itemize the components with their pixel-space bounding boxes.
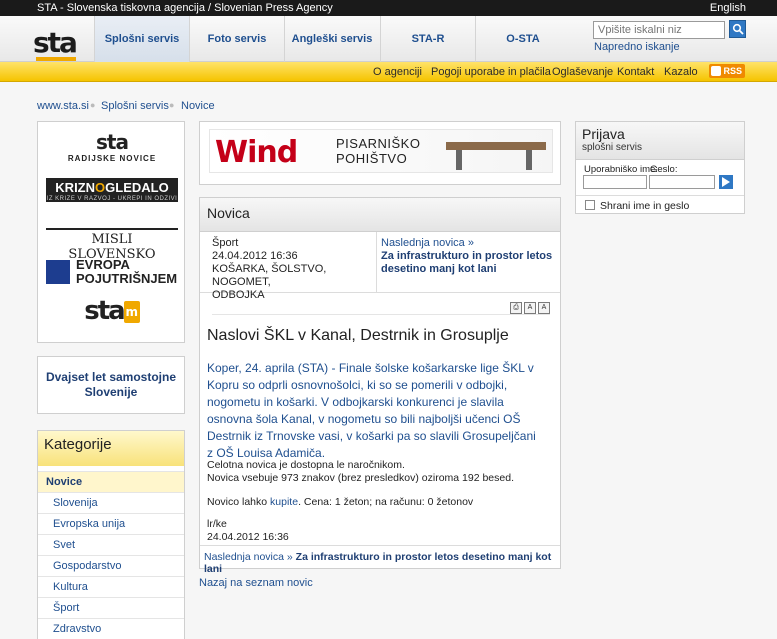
- password-field[interactable]: [649, 175, 715, 189]
- site-title: STA - Slovenska tiskovna agencija / Slov…: [37, 2, 333, 14]
- article-lead: Koper, 24. aprila (STA) - Finale šolske …: [207, 361, 536, 460]
- login-title: Prijava: [582, 126, 625, 142]
- rss-icon: [711, 66, 721, 76]
- categories-title: Kategorije: [38, 431, 184, 466]
- category-sport[interactable]: Šport: [38, 597, 184, 618]
- partner-logos: sta RADIJSKE NOVICE KRIZNOGLEDALO IZ KRI…: [37, 121, 185, 343]
- advanced-search-link[interactable]: Napredno iskanje: [594, 41, 680, 53]
- tab-sta-r[interactable]: STA-R: [380, 16, 475, 62]
- remember-label: Shrani ime in geslo: [600, 200, 690, 212]
- dvajset-let-banner[interactable]: Dvajset let samostojne Slovenije: [37, 356, 185, 414]
- article-panel: Novica Šport 24.04.2012 16:36 KOŠARKA, Š…: [199, 197, 561, 575]
- password-label: Geslo:: [650, 164, 678, 175]
- tab-o-sta[interactable]: O-STA: [475, 16, 570, 62]
- next-article-title[interactable]: Za infrastrukturo in prostor letos deset…: [381, 250, 556, 276]
- link-pogoji-uporabe[interactable]: Pogoji uporabe in plačila: [431, 66, 551, 78]
- desk-image: [446, 142, 546, 150]
- login-subtitle: splošni servis: [582, 142, 643, 153]
- link-kontakt[interactable]: Kontakt: [617, 66, 654, 78]
- mobile-icon: m: [123, 300, 140, 323]
- login-button[interactable]: [719, 175, 733, 189]
- header: sta Splošni servis Foto servis Angleški …: [0, 16, 777, 62]
- evropa-pojutrisnjem-logo[interactable]: EVROPA POJUTRIŠNJEM: [46, 258, 178, 288]
- rss-button[interactable]: RSS: [709, 64, 745, 78]
- article-title: Naslovi ŠKL v Kanal, Destrnik in Grosupl…: [207, 327, 509, 344]
- article-access-info: Celotna novica je dostopna le naročnikom…: [207, 459, 514, 484]
- category-kultura[interactable]: Kultura: [38, 576, 184, 597]
- login-panel: Prijava splošni servis Uporabniško ime: …: [575, 121, 745, 214]
- breadcrumb-separator: ●: [169, 100, 175, 110]
- search-input[interactable]: [593, 21, 725, 39]
- article-buy-info: Novico lahko kupite. Cena: 1 žeton; na r…: [207, 496, 474, 508]
- print-icon[interactable]: ⎙: [510, 302, 522, 314]
- search-button[interactable]: [729, 20, 746, 38]
- username-label: Uporabniško ime:: [584, 164, 658, 175]
- tab-foto-servis[interactable]: Foto servis: [189, 16, 284, 62]
- categories-panel: Kategorije Novice Slovenija Evropska uni…: [37, 430, 185, 639]
- tab-splosni-servis[interactable]: Splošni servis: [94, 16, 189, 62]
- english-link[interactable]: English: [710, 2, 746, 14]
- top-bar: STA - Slovenska tiskovna agencija / Slov…: [0, 0, 777, 16]
- back-to-news-list[interactable]: Nazaj na seznam novic: [199, 577, 313, 589]
- article-footer: Naslednja novica » Za infrastrukturo in …: [200, 545, 560, 575]
- article-tags: KOŠARKA, ŠOLSTVO, NOGOMET,: [212, 263, 327, 288]
- category-zdravstvo[interactable]: Zdravstvo: [38, 618, 184, 639]
- link-kazalo[interactable]: Kazalo: [664, 66, 698, 78]
- sta-radijske-novice-logo[interactable]: sta RADIJSKE NOVICE: [46, 130, 178, 163]
- link-o-agenciji[interactable]: O agenciji: [373, 66, 422, 78]
- category-svet[interactable]: Svet: [38, 534, 184, 555]
- font-smaller-icon[interactable]: A: [524, 302, 536, 314]
- footer-next-label[interactable]: Naslednja novica »: [204, 551, 293, 563]
- ad-banner[interactable]: Wind PISARNIŠKO POHIŠTVO: [199, 121, 561, 185]
- category-novice[interactable]: Novice: [38, 471, 184, 492]
- article-category: Šport: [212, 237, 239, 249]
- username-field[interactable]: [583, 175, 647, 189]
- logo-accent: [36, 57, 76, 61]
- eu-flag-icon: [46, 260, 70, 284]
- font-larger-icon[interactable]: A: [538, 302, 550, 314]
- category-slovenija[interactable]: Slovenija: [38, 492, 184, 513]
- tab-angleski-servis[interactable]: Angleški servis: [284, 16, 379, 62]
- utility-bar: O agenciji Pogoji uporabe in plačila Ogl…: [0, 62, 777, 82]
- article-meta: Šport 24.04.2012 16:36 KOŠARKA, ŠOLSTVO,…: [200, 232, 560, 301]
- ad-text: PISARNIŠKO POHIŠTVO: [336, 136, 421, 166]
- arrow-right-icon: [722, 177, 730, 187]
- remember-checkbox[interactable]: [585, 200, 595, 210]
- article-tags-cont: ODBOJKA: [212, 289, 265, 301]
- breadcrumb-splosni-servis[interactable]: Splošni servis: [101, 100, 169, 112]
- breadcrumb-home[interactable]: www.sta.si: [37, 100, 89, 112]
- breadcrumb-novice[interactable]: Novice: [181, 100, 215, 112]
- article-date: 24.04.2012 16:36: [212, 250, 298, 262]
- category-gospodarstvo[interactable]: Gospodarstvo: [38, 555, 184, 576]
- sta-mobile-logo[interactable]: sta m: [46, 296, 178, 326]
- article-tools: ⎙ A A: [508, 300, 550, 314]
- next-article-label[interactable]: Naslednja novica »: [381, 237, 556, 250]
- sta-logo[interactable]: sta: [33, 26, 78, 59]
- breadcrumb-separator: ●: [90, 100, 96, 110]
- search-icon: [732, 23, 744, 35]
- link-oglasevanje[interactable]: Oglaševanje: [552, 66, 613, 78]
- kriznogledalo-logo[interactable]: KRIZNOGLEDALO IZ KRIZE V RAZVOJ - UKREPI…: [46, 178, 178, 202]
- rss-label: RSS: [723, 66, 742, 76]
- category-evropska-unija[interactable]: Evropska unija: [38, 513, 184, 534]
- article-panel-heading: Novica: [200, 198, 560, 232]
- buy-link[interactable]: kupite: [270, 496, 298, 508]
- article-signature: lr/ke 24.04.2012 16:36: [207, 518, 289, 543]
- ad-brand: Wind: [215, 135, 298, 170]
